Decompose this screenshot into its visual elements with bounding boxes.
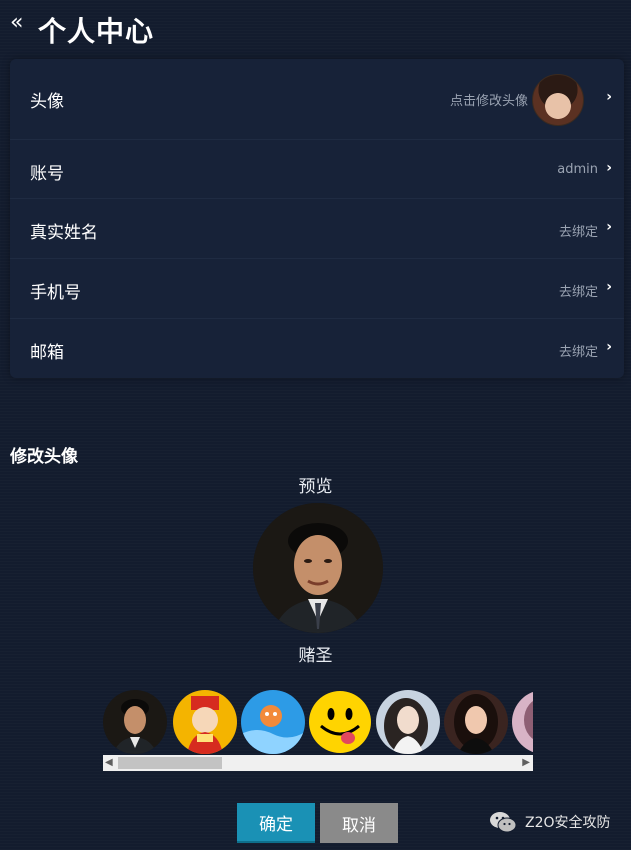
row-phone[interactable]: 手机号 去绑定 › [10,258,624,319]
row-email-value: 去绑定 [558,345,598,360]
page-header: « 个人中心 [0,0,631,56]
chevron-right-icon: › [606,279,612,295]
scroll-left-arrow-icon[interactable]: ◀ [105,757,113,768]
avatar-option-1[interactable] [103,690,167,754]
chevron-right-icon: › [606,89,612,105]
avatar-options-strip [103,690,533,756]
avatar-option-7[interactable] [512,690,533,754]
watermark: Z2O安全攻防 [489,810,611,834]
scrollbar-thumb[interactable] [118,757,222,769]
avatar-option-3[interactable] [241,690,305,754]
row-avatar-value: 点击修改头像 [449,94,528,109]
wechat-icon [490,812,517,833]
back-icon[interactable]: « [10,10,23,35]
row-phone-label: 手机号 [30,283,81,303]
scroll-right-arrow-icon[interactable]: ▶ [522,757,530,768]
selected-avatar-name: 赌圣 [298,646,333,666]
section-title: 修改头像 [10,447,78,467]
row-real-name-value: 去绑定 [558,225,598,240]
avatar-option-4[interactable] [308,690,372,754]
row-real-name-label: 真实姓名 [30,223,98,243]
chevron-right-icon: › [606,219,612,235]
preview-label: 预览 [298,477,333,497]
row-avatar-label: 头像 [30,92,64,112]
watermark-text: Z2O安全攻防 [525,815,611,831]
page-title: 个人中心 [38,15,155,48]
row-email[interactable]: 邮箱 去绑定 › [10,318,624,378]
row-account-value: admin [557,162,598,177]
row-email-label: 邮箱 [30,343,64,363]
profile-card: 头像 点击修改头像 › 账号 admin › 真实姓名 去绑定 › 手机号 去绑… [10,59,624,378]
row-phone-value: 去绑定 [558,285,598,300]
row-real-name[interactable]: 真实姓名 去绑定 › [10,198,624,259]
confirm-button[interactable]: 确定 [237,803,315,843]
avatar-option-2[interactable] [173,690,237,754]
current-avatar [532,74,584,126]
cancel-button[interactable]: 取消 [320,803,398,843]
row-account[interactable]: 账号 admin › [10,139,624,199]
preview-avatar [253,503,383,633]
horizontal-scrollbar[interactable]: ◀ ▶ [103,755,533,771]
row-account-label: 账号 [30,164,64,184]
chevron-right-icon: › [606,160,612,176]
avatar-option-5[interactable] [376,690,440,754]
row-avatar[interactable]: 头像 点击修改头像 › [10,59,624,140]
avatar-option-6[interactable] [444,690,508,754]
chevron-right-icon: › [606,339,612,355]
